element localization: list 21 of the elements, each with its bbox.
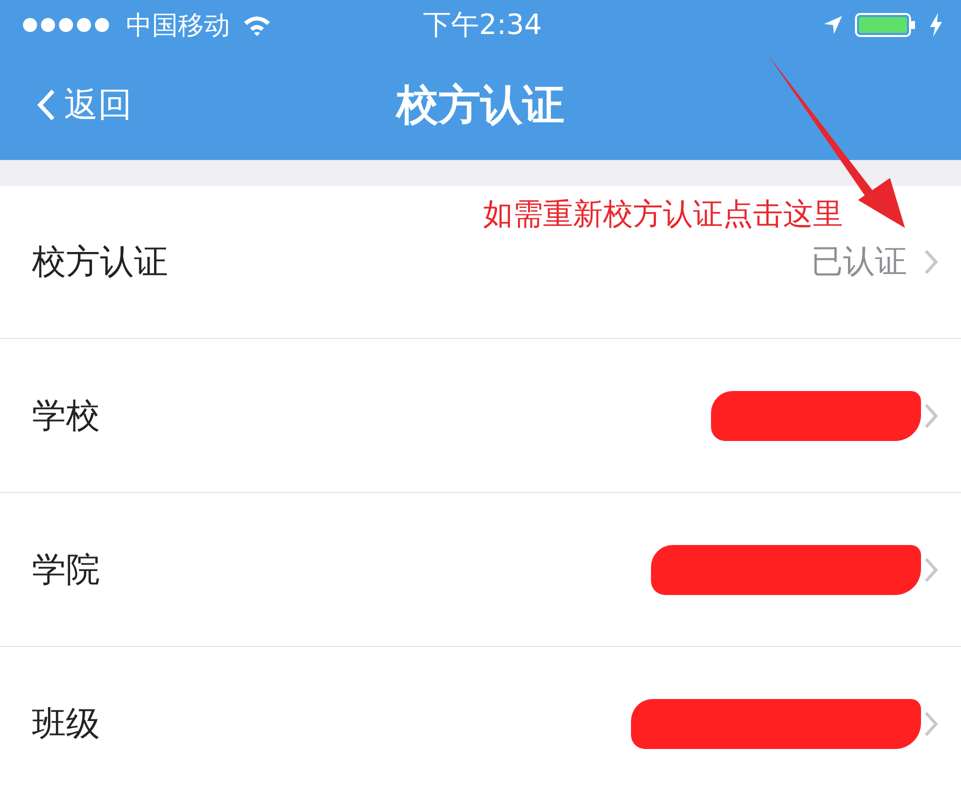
chevron-left-icon xyxy=(36,89,56,121)
row-label: 学校 xyxy=(32,394,100,438)
status-time: 下午2:34 xyxy=(423,7,542,43)
chevron-right-icon xyxy=(923,248,939,276)
chevron-right-icon xyxy=(923,402,939,430)
charging-icon xyxy=(929,13,943,37)
chevron-right-icon xyxy=(923,556,939,584)
chevron-right-icon xyxy=(923,710,939,738)
settings-row[interactable]: 班级 xyxy=(0,647,961,800)
location-icon xyxy=(823,15,843,35)
wifi-icon xyxy=(242,14,272,36)
page-title: 校方认证 xyxy=(396,79,564,131)
annotation-text: 如需重新校方认证点击这里 xyxy=(483,196,843,234)
row-label: 学院 xyxy=(32,548,100,592)
carrier-name: 中国移动 xyxy=(126,10,230,42)
row-label: 班级 xyxy=(32,702,100,746)
battery-icon xyxy=(855,12,917,38)
row-value: 已认证 xyxy=(811,241,907,282)
settings-row[interactable]: 学校 xyxy=(0,339,961,493)
row-label: 校方认证 xyxy=(32,241,168,284)
settings-row[interactable]: 学院 xyxy=(0,493,961,647)
